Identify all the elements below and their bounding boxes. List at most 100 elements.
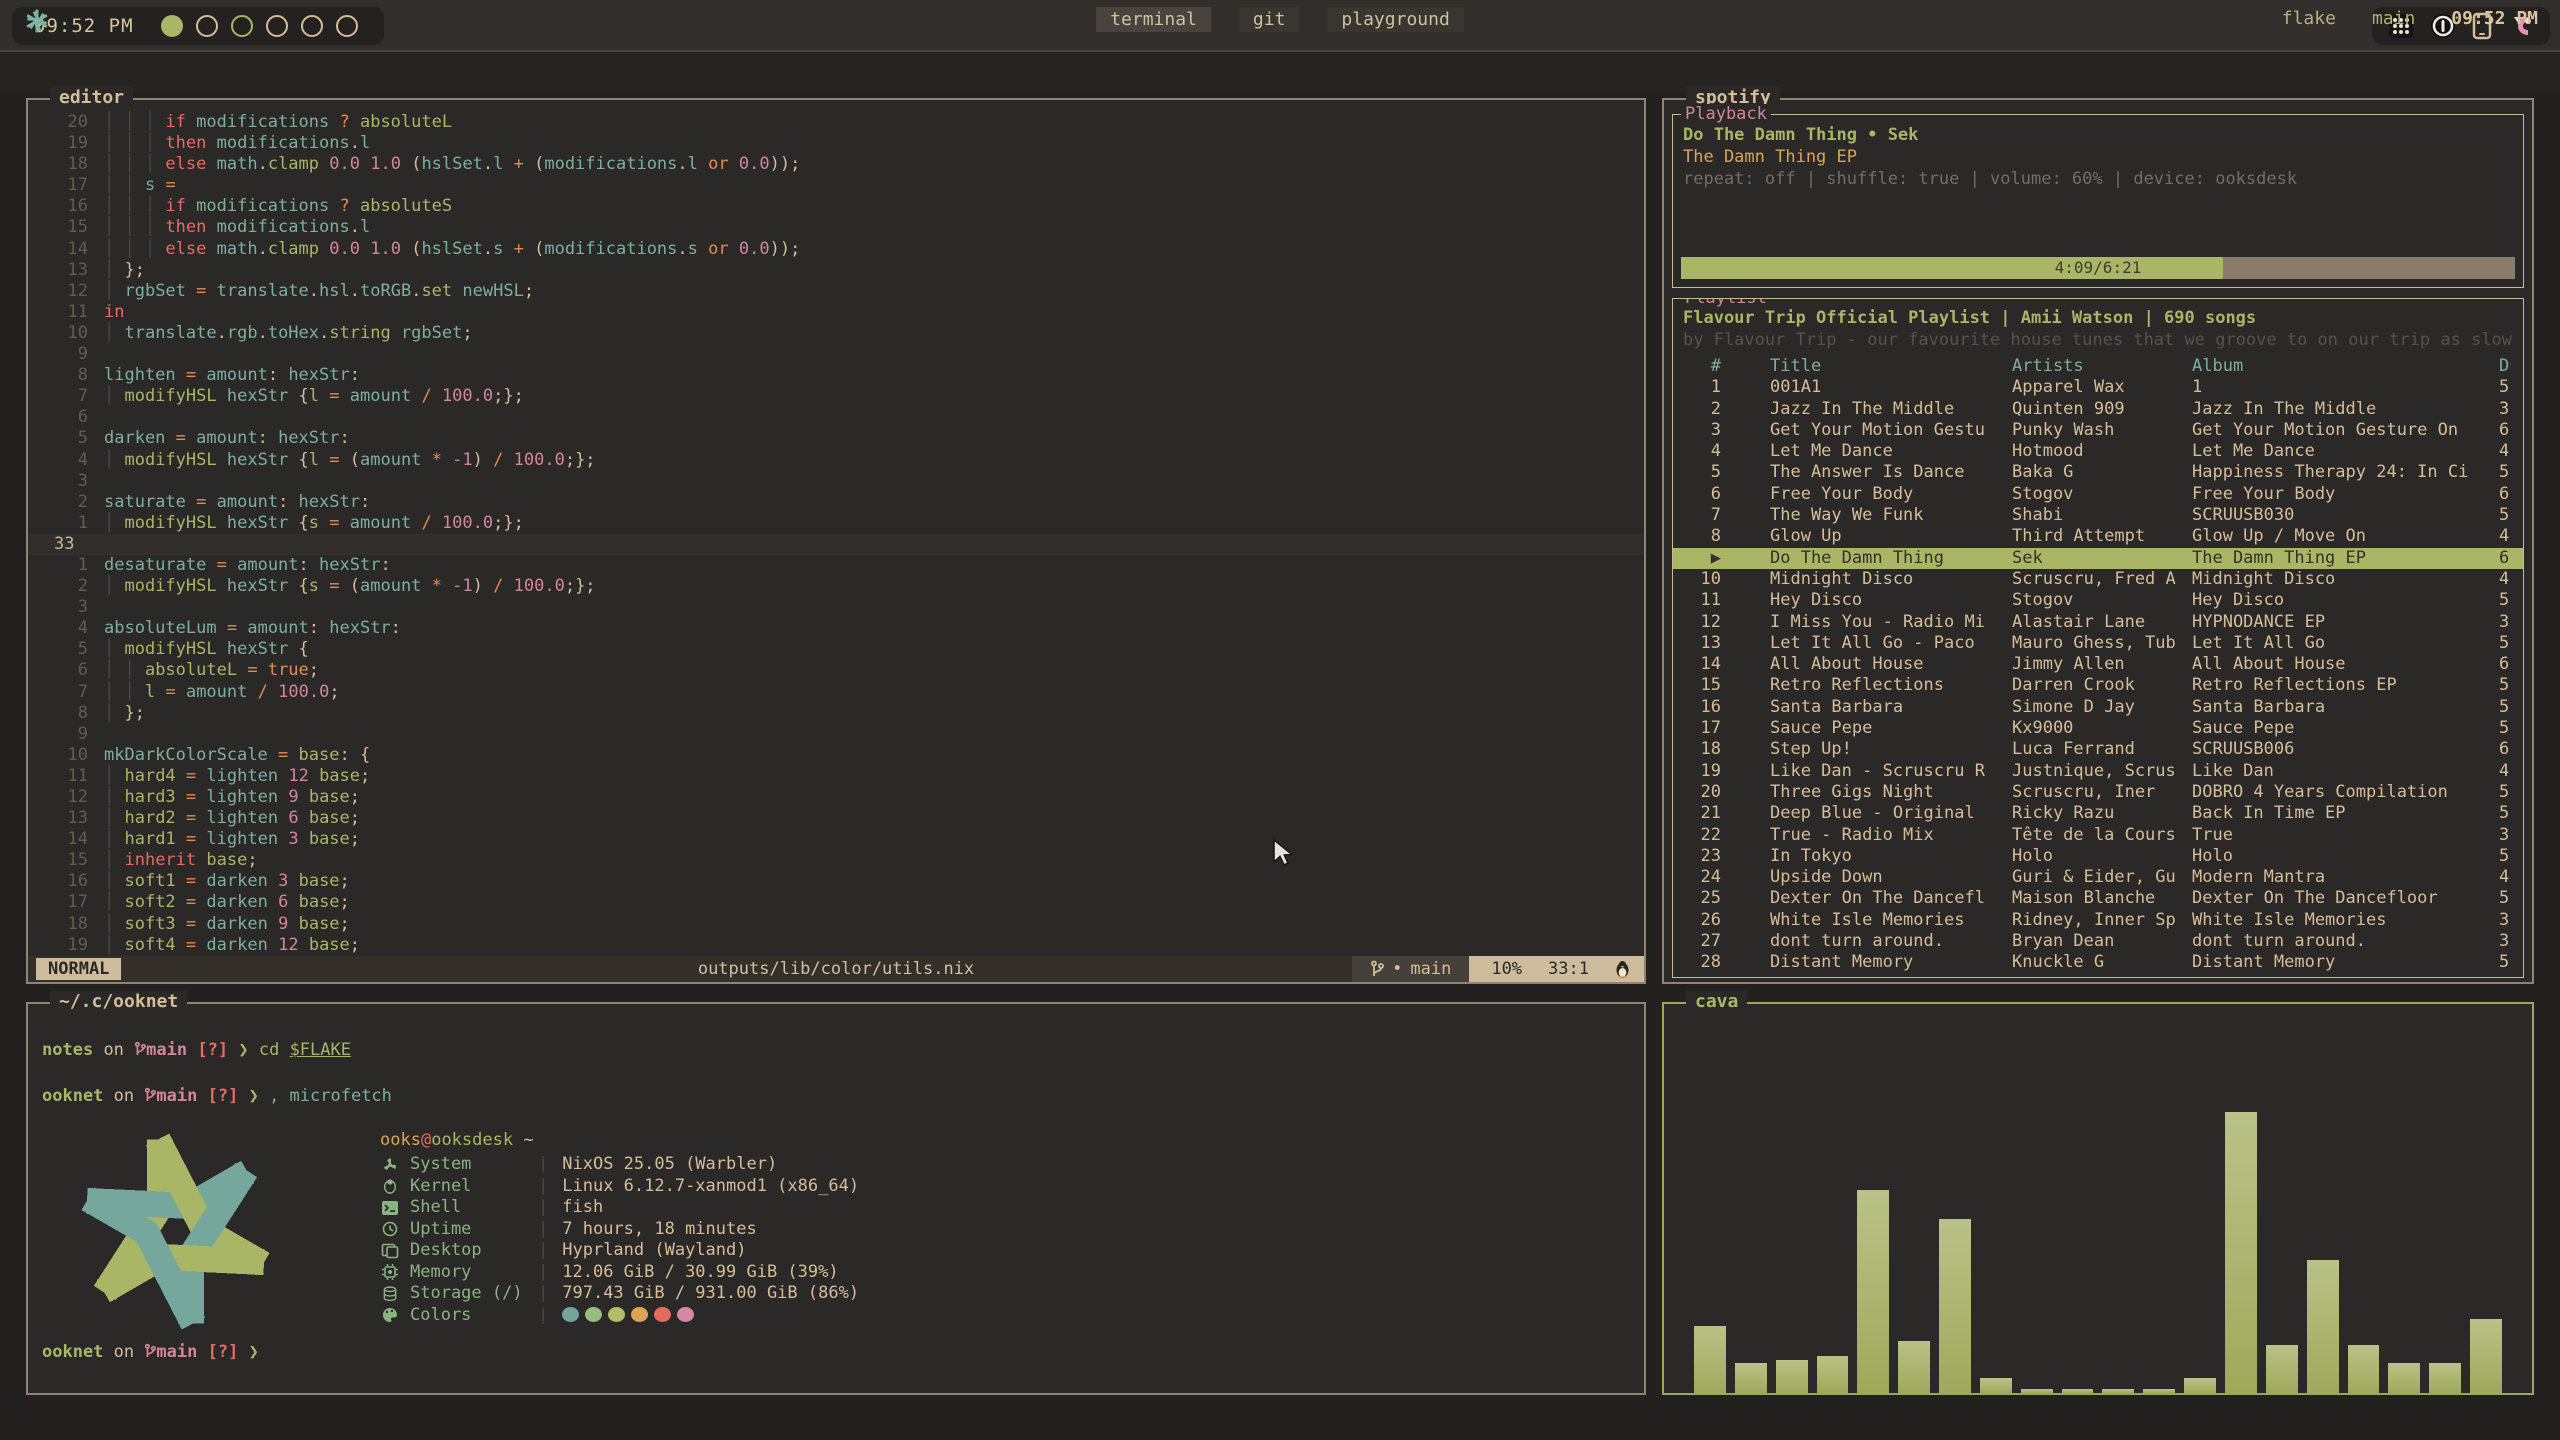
playlist-row[interactable]: 7The Way We FunkShabiSCRUUSB0305:52 xyxy=(1673,505,2523,526)
playlist-row[interactable]: 12I Miss You - Radio MiAlastair LaneHYPN… xyxy=(1673,612,2523,633)
playlist-row[interactable]: 18Step Up!Luca FerrandSCRUUSB0066:26 xyxy=(1673,739,2523,760)
playlist-row[interactable]: 10Midnight DiscoScruscru, Fred AMidnight… xyxy=(1673,569,2523,590)
statusline-branch: • main xyxy=(1352,956,1469,982)
playlist-header-row: #TitleArtistsAlbumDurat xyxy=(1673,356,2523,377)
editor-line: 19│ soft4 = darken 12 base; xyxy=(28,935,1644,956)
prompt-line-3[interactable]: ooknet on main [?] ❯ xyxy=(42,1342,259,1362)
workspace-dot-4[interactable] xyxy=(266,15,288,37)
editor-code[interactable]: 20│ │ │ if modifications ? absoluteL19│ … xyxy=(28,112,1644,956)
cava-bar xyxy=(2062,1389,2094,1393)
git-branch-icon xyxy=(144,1087,156,1103)
cava-bar xyxy=(2266,1345,2298,1393)
cava-bar xyxy=(2429,1363,2461,1393)
playlist-row-playing[interactable]: ▶Do The Damn ThingSekThe Damn Thing EP6:… xyxy=(1673,548,2523,569)
editor-line: 3 xyxy=(28,597,1644,618)
cava-bar xyxy=(1817,1356,1849,1393)
color-swatch xyxy=(585,1307,602,1322)
workspace-dot-5[interactable] xyxy=(301,15,323,37)
terminal-window[interactable]: ~/.c/ooknet notes on main [?] ❯ cd $FLAK… xyxy=(26,1002,1646,1395)
fetch-row-shell: Shell| fish xyxy=(380,1197,859,1219)
clock-icon xyxy=(380,1221,400,1237)
memory-chip-icon xyxy=(380,1264,400,1280)
playlist-row[interactable]: 27dont turn around.Bryan Deandont turn a… xyxy=(1673,931,2523,952)
editor-line: 10mkDarkColorScale = base: { xyxy=(28,745,1644,766)
statusline-right: • main 10% 33:1 xyxy=(1352,956,1644,982)
playlist-row[interactable]: 11Hey DiscoStogovHey Disco5:36 xyxy=(1673,590,2523,611)
cava-bar xyxy=(2470,1319,2502,1393)
cava-bar xyxy=(1776,1360,1808,1393)
playlist-row[interactable]: 24Upside DownGuri & Eider, GuModern Mant… xyxy=(1673,867,2523,888)
cava-bar xyxy=(1980,1378,2012,1393)
playlist-row[interactable]: 8Glow UpThird AttemptGlow Up / Move On4:… xyxy=(1673,526,2523,547)
editor-line: 5darken = amount: hexStr: xyxy=(28,428,1644,449)
editor-statusline: NORMAL outputs/lib/color/utils.nix • mai… xyxy=(28,956,1644,982)
mouse-cursor xyxy=(1272,838,1296,868)
git-branch-module: main xyxy=(2372,8,2415,29)
editor-line: 18│ │ │ else math.clamp 0.0 1.0 (hslSet.… xyxy=(28,154,1644,175)
playlist-row[interactable]: 20Three Gigs NightScruscru, InerDOBRO 4 … xyxy=(1673,782,2523,803)
statusline-position: 10% 33:1 xyxy=(1469,956,1644,982)
color-swatch xyxy=(631,1307,648,1322)
playlist-row[interactable]: 19Like Dan - Scruscru RJustnique, ScrusL… xyxy=(1673,761,2523,782)
git-branch-icon xyxy=(144,1343,156,1359)
playlist-title: Flavour Trip Official Playlist | Amii Wa… xyxy=(1683,308,2256,328)
playlist-row[interactable]: 17Sauce PepeKx9000Sauce Pepe5:30 xyxy=(1673,718,2523,739)
editor-line: 8│ }; xyxy=(28,703,1644,724)
playlist-row[interactable]: 5The Answer Is DanceBaka GHappiness Ther… xyxy=(1673,462,2523,483)
cava-bar xyxy=(2102,1389,2134,1393)
editor-window: editor 20│ │ │ if modifications ? absolu… xyxy=(26,98,1646,984)
fetch-info: System| NixOS 25.05 (Warbler) Kernel| Li… xyxy=(380,1154,859,1326)
playlist-row[interactable]: 28Distant MemoryKnuckle GDistant Memory5… xyxy=(1673,952,2523,973)
editor-line: 19│ │ │ then modifications.l xyxy=(28,133,1644,154)
cava-visualizer xyxy=(1694,1019,2502,1393)
playlist-row[interactable]: 25Dexter On The DanceflMaison BlancheDex… xyxy=(1673,888,2523,909)
playback-section-label: Playback xyxy=(1681,104,1771,124)
penguin-icon xyxy=(380,1178,400,1194)
playlist-row[interactable]: 22True - Radio MixTête de la CoursTrue3:… xyxy=(1673,825,2523,846)
playlist-row[interactable]: 14All About HouseJimmy AllenAll About Ho… xyxy=(1673,654,2523,675)
workspace-dot-2[interactable] xyxy=(196,15,218,37)
playlist-row[interactable]: 4Let Me DanceHotmoodLet Me Dance4:30 xyxy=(1673,441,2523,462)
workspace-dot-3[interactable] xyxy=(231,15,253,37)
playlist-row[interactable]: 2Jazz In The MiddleQuinten 909Jazz In Th… xyxy=(1673,399,2523,420)
playlist-row[interactable]: 23In TokyoHoloHolo5:25 xyxy=(1673,846,2523,867)
workspace-dot-6[interactable] xyxy=(336,15,358,37)
editor-line: 4│ modifyHSL hexStr {l = (amount * -1) /… xyxy=(28,450,1644,471)
playback-section: Playback Do The Damn Thing • Sek The Dam… xyxy=(1672,114,2524,288)
nixos-snowflake-icon[interactable] xyxy=(24,8,50,34)
editor-line: 16│ soft1 = darken 3 base; xyxy=(28,871,1644,892)
editor-line: 20│ │ │ if modifications ? absoluteL xyxy=(28,112,1644,133)
editor-line: 2│ modifyHSL hexStr {s = (amount * -1) /… xyxy=(28,576,1644,597)
scroll-percent: 10% xyxy=(1491,959,1522,979)
cava-bar xyxy=(2348,1345,2380,1393)
now-playing-track: Do The Damn Thing • Sek xyxy=(1683,125,1918,145)
playlist-row[interactable]: 21Deep Blue - OriginalRicky RazuBack In … xyxy=(1673,803,2523,824)
nixos-logo-art xyxy=(68,1124,283,1339)
workspace-indicators xyxy=(148,15,358,37)
playlist-row[interactable]: 26White Isle MemoriesRidney, Inner SpWhi… xyxy=(1673,910,2523,931)
cava-bar xyxy=(2225,1112,2257,1393)
statusline-branch-name: main xyxy=(1410,959,1451,979)
editor-line: 17│ │ s = xyxy=(28,175,1644,196)
playlist-row[interactable]: 3Get Your Motion GestuPunky WashGet Your… xyxy=(1673,420,2523,441)
workspace-dot-1[interactable] xyxy=(161,15,183,37)
cava-bar xyxy=(2143,1389,2175,1393)
progress-time: 4:09/6:21 xyxy=(1681,257,2515,279)
tab-git[interactable]: git xyxy=(1239,7,1300,32)
fetch-row-uptime: Uptime| 7 hours, 18 minutes xyxy=(380,1219,859,1241)
terminal-window-title: ~/.c/ooknet xyxy=(50,991,187,1012)
git-branch-icon xyxy=(134,1041,146,1057)
playlist-row[interactable]: 1001A1Apparel Wax15:32 xyxy=(1673,377,2523,398)
now-playing-album: The Damn Thing EP xyxy=(1683,147,1857,167)
editor-line: 16│ │ │ if modifications ? absoluteS xyxy=(28,196,1644,217)
tab-terminal[interactable]: terminal xyxy=(1096,7,1211,32)
storage-icon xyxy=(380,1286,400,1302)
playlist-row[interactable]: 15Retro ReflectionsDarren CrookRetro Ref… xyxy=(1673,675,2523,696)
palette-icon xyxy=(380,1307,400,1323)
cava-bar xyxy=(1898,1341,1930,1393)
playlist-row[interactable]: 16Santa BarbaraSimone D JaySanta Barbara… xyxy=(1673,697,2523,718)
playlist-row[interactable]: 6Free Your BodyStogovFree Your Body6:10 xyxy=(1673,484,2523,505)
progress-bar[interactable]: 4:09/6:21 xyxy=(1681,257,2515,279)
playlist-row[interactable]: 13Let It All Go - PacoMauro Ghess, TubLe… xyxy=(1673,633,2523,654)
tab-playground[interactable]: playground xyxy=(1327,7,1463,32)
